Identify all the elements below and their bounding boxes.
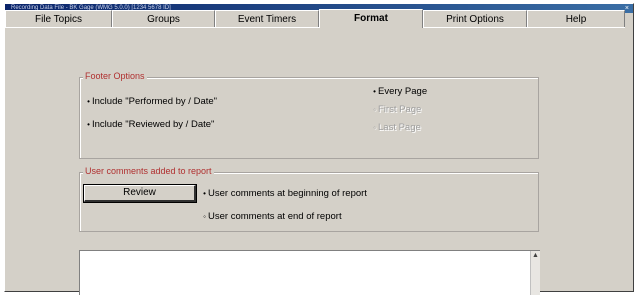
radio-selected-icon: • bbox=[373, 87, 376, 96]
include-performed-label: Include "Performed by / Date" bbox=[92, 96, 218, 107]
user-comments-legend: User comments added to report bbox=[83, 166, 214, 177]
radio-selected-icon: • bbox=[203, 189, 206, 198]
checkbox-mark: • bbox=[87, 120, 90, 129]
tab-format[interactable]: Format bbox=[319, 9, 423, 28]
last-page-radio[interactable]: ◦ Last Page bbox=[371, 122, 421, 134]
every-page-label: Every Page bbox=[378, 86, 428, 97]
checkbox-mark: • bbox=[87, 97, 90, 106]
comments-beginning-label: User comments at beginning of report bbox=[208, 188, 367, 199]
vertical-scrollbar[interactable]: ▲ bbox=[530, 251, 540, 295]
radio-unselected-icon: ◦ bbox=[373, 105, 376, 114]
tab-file-topics[interactable]: File Topics bbox=[5, 10, 112, 27]
tab-bar: File Topics Groups Event Timers Format P… bbox=[5, 9, 625, 28]
review-button[interactable]: Review bbox=[83, 184, 197, 203]
tab-help[interactable]: Help bbox=[527, 10, 625, 27]
first-page-radio[interactable]: ◦ First Page bbox=[371, 104, 421, 116]
last-page-label: Last Page bbox=[378, 122, 421, 133]
scroll-up-icon[interactable]: ▲ bbox=[532, 252, 539, 260]
include-reviewed-label: Include "Reviewed by / Date" bbox=[92, 119, 215, 130]
every-page-radio[interactable]: • Every Page bbox=[371, 86, 427, 98]
tab-print-options[interactable]: Print Options bbox=[423, 10, 527, 27]
close-icon[interactable]: × bbox=[625, 4, 629, 13]
comment-text-area[interactable]: ▲ bbox=[79, 250, 540, 295]
first-page-label: First Page bbox=[378, 104, 422, 115]
comments-beginning-radio[interactable]: • User comments at beginning of report bbox=[201, 188, 367, 200]
tab-groups[interactable]: Groups bbox=[112, 10, 215, 27]
footer-options-group bbox=[79, 77, 539, 159]
radio-unselected-icon: ◦ bbox=[203, 212, 206, 221]
comments-end-label: User comments at end of report bbox=[208, 211, 342, 222]
comments-end-radio[interactable]: ◦ User comments at end of report bbox=[201, 211, 342, 223]
include-performed-checkbox[interactable]: • Include "Performed by / Date" bbox=[85, 96, 217, 108]
footer-options-legend: Footer Options bbox=[83, 71, 147, 82]
tab-event-timers[interactable]: Event Timers bbox=[215, 10, 319, 27]
user-comments-group bbox=[79, 172, 539, 232]
include-reviewed-checkbox[interactable]: • Include "Reviewed by / Date" bbox=[85, 119, 214, 131]
tab-divider bbox=[5, 27, 625, 28]
radio-unselected-icon: ◦ bbox=[373, 123, 376, 132]
screenshot-frame: Recording Data File - BK Gage (WMG 5.0.0… bbox=[0, 0, 638, 295]
